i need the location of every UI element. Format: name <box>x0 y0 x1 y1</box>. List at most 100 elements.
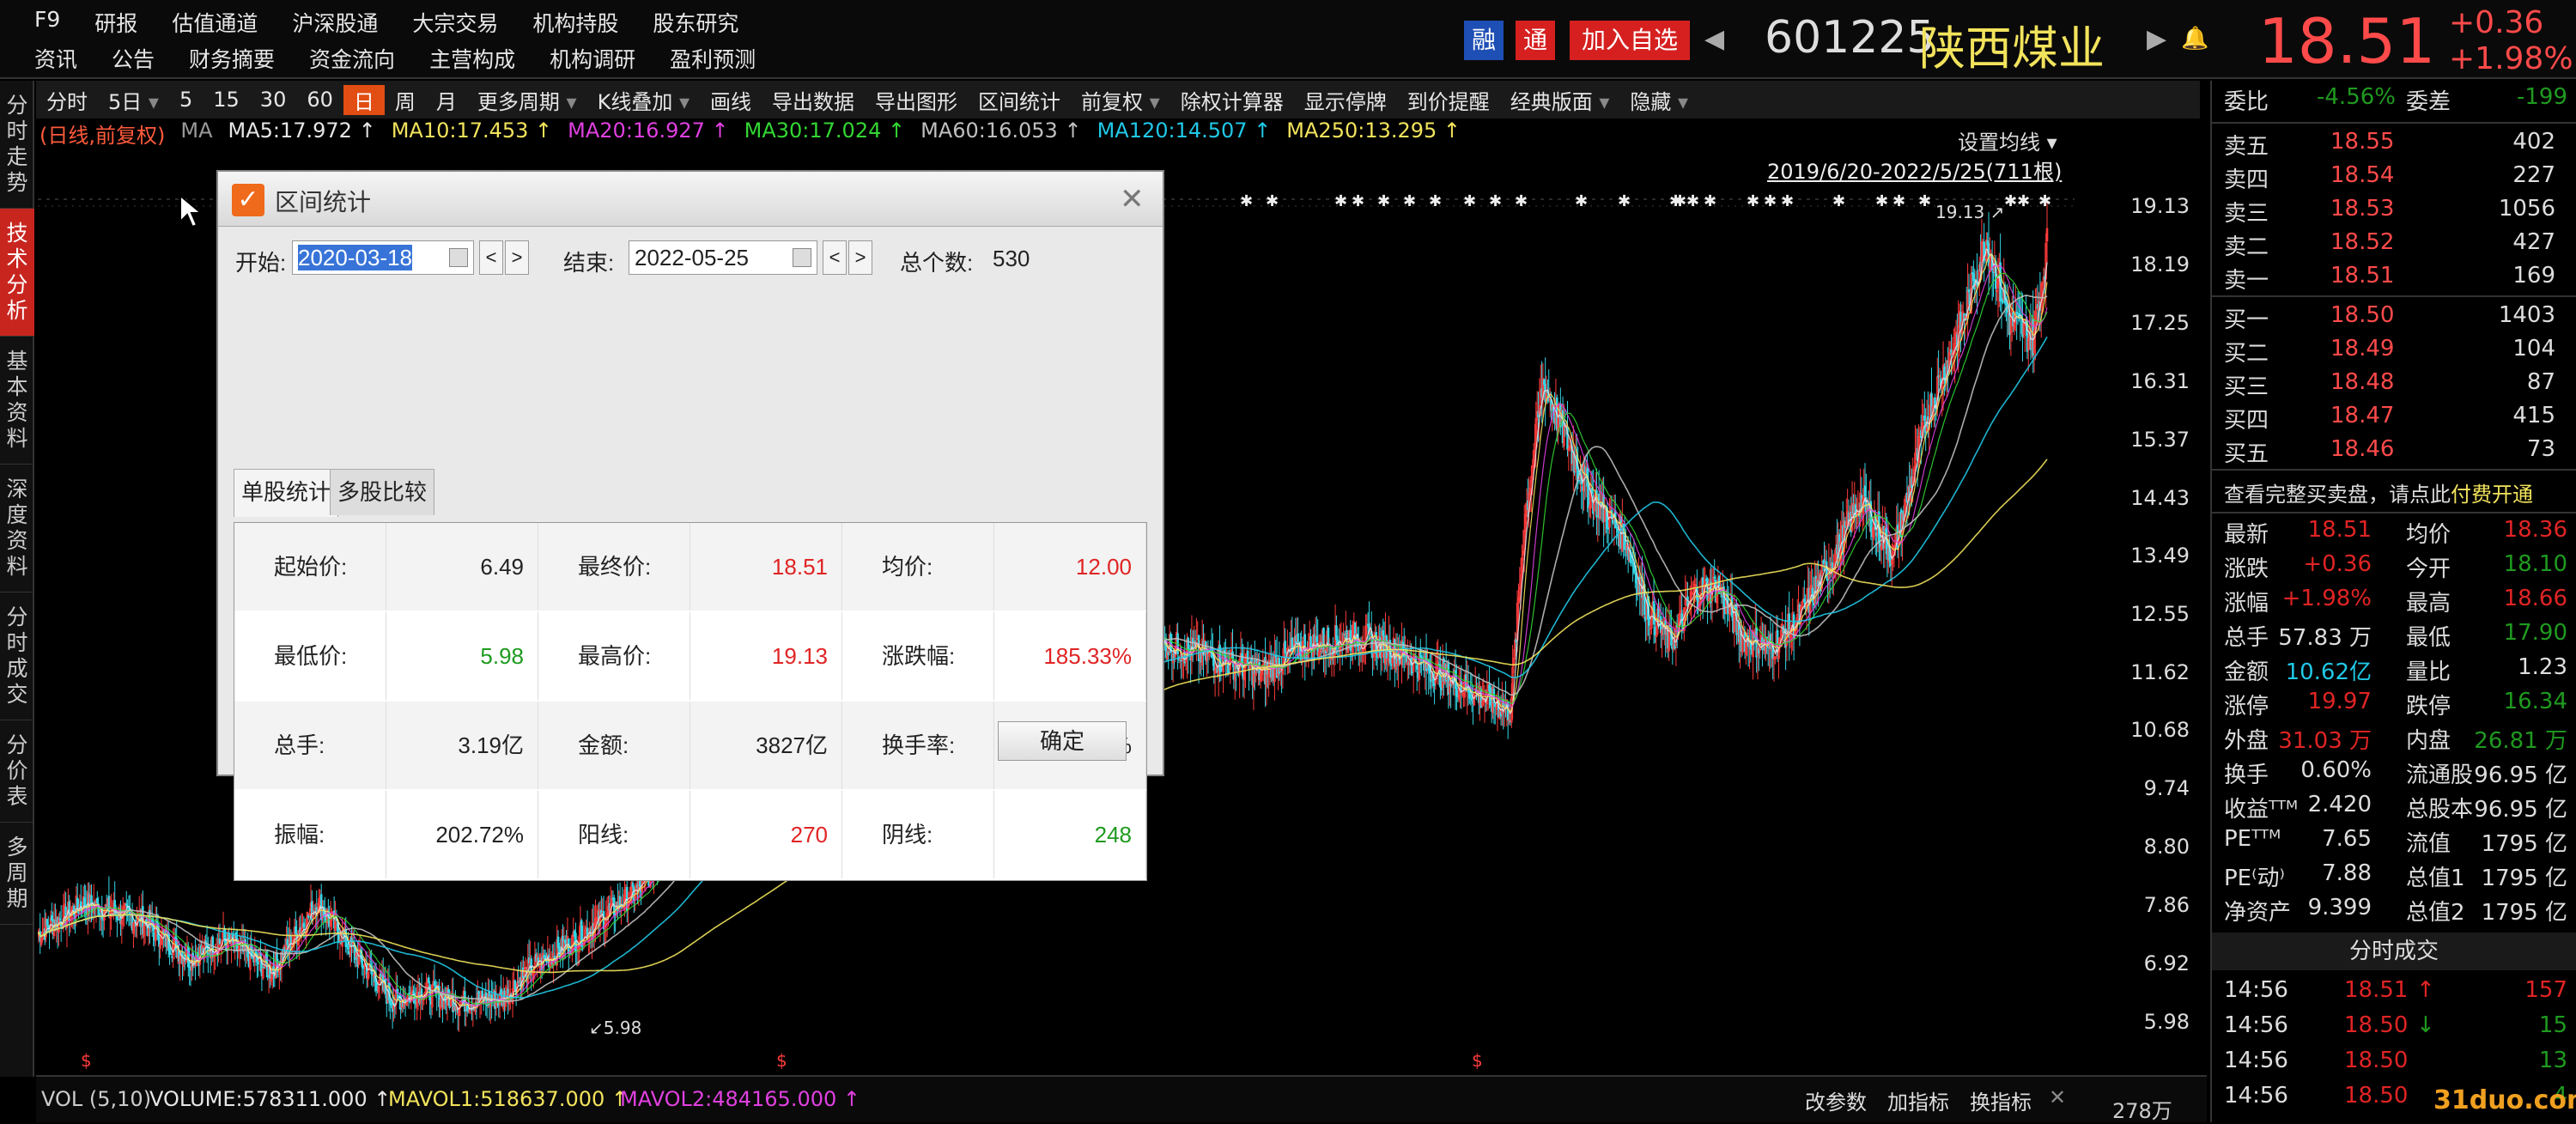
side-tab[interactable]: 分时成交 <box>0 592 34 720</box>
event-marker-icon[interactable]: ✱ <box>1893 192 1905 210</box>
toolbar-item[interactable]: K线叠加 <box>587 85 700 115</box>
menu-item[interactable]: 沪深股通 <box>292 7 378 38</box>
end-date-input[interactable]: 2022-05-25 <box>629 240 817 275</box>
event-marker-icon[interactable]: ✱ <box>1334 192 1347 210</box>
event-marker-icon[interactable]: ✱ <box>1781 192 1794 210</box>
ask-price[interactable]: 18.54 <box>2330 162 2394 188</box>
bid-price[interactable]: 18.46 <box>2330 436 2394 462</box>
next-stock-icon[interactable]: ▶ <box>2147 24 2166 54</box>
toolbar-item[interactable]: 30 <box>250 88 297 112</box>
menu-item[interactable]: 财务摘要 <box>189 43 275 74</box>
paid-link[interactable]: 付费开通 <box>2451 483 2533 507</box>
bid-price[interactable]: 18.50 <box>2330 302 2394 328</box>
dividend-marker-icon[interactable]: $ <box>776 1050 787 1071</box>
menu-item[interactable]: 公告 <box>112 43 155 74</box>
tab-multi-compare[interactable]: 多股比较 <box>330 469 435 515</box>
event-marker-icon[interactable]: ✱ <box>1764 192 1777 210</box>
close-icon[interactable]: ✕ <box>2049 1085 2066 1109</box>
ok-button[interactable]: 确定 <box>998 721 1127 761</box>
event-marker-icon[interactable]: ✱ <box>1704 192 1716 210</box>
toolbar-item[interactable]: 导出图形 <box>865 85 968 115</box>
event-marker-icon[interactable]: ✱ <box>1489 192 1502 210</box>
start-prev-button[interactable]: < <box>479 240 503 275</box>
ask-price[interactable]: 18.53 <box>2330 196 2394 222</box>
toolbar-item[interactable]: 60 <box>296 88 343 112</box>
end-next-button[interactable]: > <box>848 240 872 275</box>
event-marker-icon[interactable]: ✱ <box>2038 192 2051 210</box>
toolbar-item[interactable]: 显示停牌 <box>1294 85 1397 115</box>
toolbar-item[interactable]: 日 <box>343 84 385 115</box>
edit-params-button[interactable]: 改参数 <box>1805 1085 1867 1115</box>
side-tab[interactable]: 分时走势 <box>0 81 34 209</box>
bid-price[interactable]: 18.47 <box>2330 403 2394 428</box>
toolbar-item[interactable]: 月 <box>426 85 467 115</box>
full-quote-link[interactable]: 查看完整买卖盘，请点此付费开通 <box>2224 477 2533 507</box>
side-tab[interactable]: 深度资料 <box>0 465 34 592</box>
event-marker-icon[interactable]: ✱ <box>1266 192 1279 210</box>
event-marker-icon[interactable]: ✱ <box>1918 192 1931 210</box>
menu-item[interactable]: 大宗交易 <box>412 7 498 38</box>
event-marker-icon[interactable]: ✱ <box>1618 192 1631 210</box>
toolbar-item[interactable]: 除权计算器 <box>1170 85 1294 115</box>
menu-item[interactable]: 机构调研 <box>550 43 635 74</box>
add-indicator-button[interactable]: 加指标 <box>1887 1085 1949 1115</box>
event-marker-icon[interactable]: ✱ <box>1377 192 1390 210</box>
toolbar-item[interactable]: 5 <box>169 88 203 112</box>
toolbar-item[interactable]: 到价提醒 <box>1397 85 1500 115</box>
ask-price[interactable]: 18.51 <box>2330 263 2394 289</box>
toolbar-item[interactable]: 15 <box>203 88 250 112</box>
event-marker-icon[interactable]: ✱ <box>1686 192 1699 210</box>
start-next-button[interactable]: > <box>505 240 529 275</box>
menu-item[interactable]: 资金流向 <box>309 43 395 74</box>
toolbar-item[interactable]: 区间统计 <box>968 85 1071 115</box>
menu-item[interactable]: 主营构成 <box>429 43 515 74</box>
bell-icon[interactable]: 🔔 <box>2181 26 2208 52</box>
side-tab[interactable]: 基本资料 <box>0 337 34 465</box>
menu-item[interactable]: 研报 <box>94 7 137 38</box>
event-marker-icon[interactable]: ✱ <box>1674 192 1686 210</box>
switch-indicator-button[interactable]: 换指标 <box>1970 1085 2032 1115</box>
event-marker-icon[interactable]: ✱ <box>1515 192 1528 210</box>
ask-price[interactable]: 18.55 <box>2330 129 2394 155</box>
menu-item[interactable]: 资讯 <box>34 43 77 74</box>
toolbar-item[interactable]: 隐藏 <box>1619 85 1698 115</box>
toolbar-item[interactable]: 经典版面 <box>1500 85 1620 115</box>
event-marker-icon[interactable]: ✱ <box>1875 192 1888 210</box>
end-prev-button[interactable]: < <box>823 240 847 275</box>
event-marker-icon[interactable]: ✱ <box>1575 192 1588 210</box>
toolbar-item[interactable]: 前复权 <box>1071 85 1170 115</box>
tab-single-stock[interactable]: 单股统计 <box>234 469 339 517</box>
event-marker-icon[interactable]: ✱ <box>2004 192 2017 210</box>
menu-item[interactable]: 股东研究 <box>653 7 738 38</box>
menu-item[interactable]: 盈利预测 <box>670 43 756 74</box>
ask-price[interactable]: 18.52 <box>2330 229 2394 255</box>
menu-item[interactable]: 估值通道 <box>172 7 258 38</box>
dividend-marker-icon[interactable]: $ <box>81 1050 92 1071</box>
side-tab[interactable]: 多周期 <box>0 823 34 925</box>
toolbar-item[interactable]: 导出数据 <box>762 85 865 115</box>
side-tab[interactable]: 技术分析 <box>0 209 34 337</box>
calendar-icon[interactable] <box>793 248 811 267</box>
side-tab[interactable]: 分价表 <box>0 720 34 823</box>
event-marker-icon[interactable]: ✱ <box>1240 192 1253 210</box>
toolbar-item[interactable]: 分时 <box>36 85 98 115</box>
toolbar-item[interactable]: 更多周期 <box>467 85 587 115</box>
event-marker-icon[interactable]: ✱ <box>1403 192 1416 210</box>
calendar-icon[interactable] <box>449 248 468 267</box>
close-icon[interactable]: ✕ <box>1120 182 1145 216</box>
toolbar-item[interactable]: 周 <box>385 85 426 115</box>
bid-price[interactable]: 18.48 <box>2330 369 2394 395</box>
prev-stock-icon[interactable]: ◀ <box>1704 24 1724 54</box>
start-date-input[interactable]: 2020-03-18 <box>292 240 474 275</box>
bid-price[interactable]: 18.49 <box>2330 336 2394 362</box>
menu-item[interactable]: F9 <box>34 7 60 38</box>
toolbar-item[interactable]: 画线 <box>700 85 762 115</box>
connect-tag[interactable]: 通 <box>1516 21 1555 60</box>
event-marker-icon[interactable]: ✱ <box>1429 192 1442 210</box>
toolbar-item[interactable]: 5日 <box>98 85 169 115</box>
event-marker-icon[interactable]: ✱ <box>1352 192 1364 210</box>
dialog-titlebar[interactable]: ✓ 区间统计 ✕ <box>218 172 1163 227</box>
event-marker-icon[interactable]: ✱ <box>1832 192 1845 210</box>
margin-tag[interactable]: 融 <box>1464 21 1504 60</box>
dividend-marker-icon[interactable]: $ <box>1472 1050 1483 1071</box>
